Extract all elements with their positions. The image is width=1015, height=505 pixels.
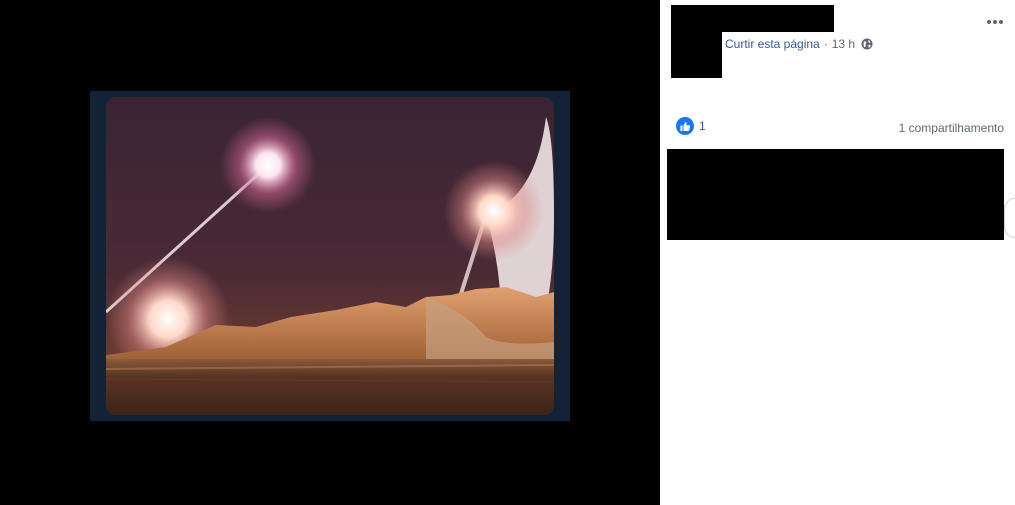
post-panel: Curtir esta página · 13 h 1 1 compartilh… bbox=[660, 0, 1015, 505]
reaction-count: 1 bbox=[699, 119, 706, 133]
like-icon bbox=[676, 117, 694, 135]
post-photo[interactable] bbox=[106, 97, 554, 415]
redacted-avatar bbox=[671, 5, 722, 78]
photo-viewer bbox=[0, 0, 660, 505]
photo-frame bbox=[90, 91, 570, 421]
share-count[interactable]: 1 compartilhamento bbox=[899, 121, 1004, 135]
like-page-link[interactable]: Curtir esta página bbox=[725, 37, 820, 51]
globe-icon bbox=[861, 38, 873, 50]
reactions-summary[interactable]: 1 bbox=[676, 117, 706, 135]
post-timestamp[interactable]: 13 h bbox=[832, 37, 855, 51]
comment-box-edge[interactable] bbox=[1004, 198, 1015, 238]
more-options-icon[interactable] bbox=[984, 13, 1006, 31]
redacted-comment-area bbox=[667, 149, 1004, 240]
post-meta: Curtir esta página · 13 h bbox=[725, 37, 873, 51]
meta-separator: · bbox=[823, 37, 828, 51]
